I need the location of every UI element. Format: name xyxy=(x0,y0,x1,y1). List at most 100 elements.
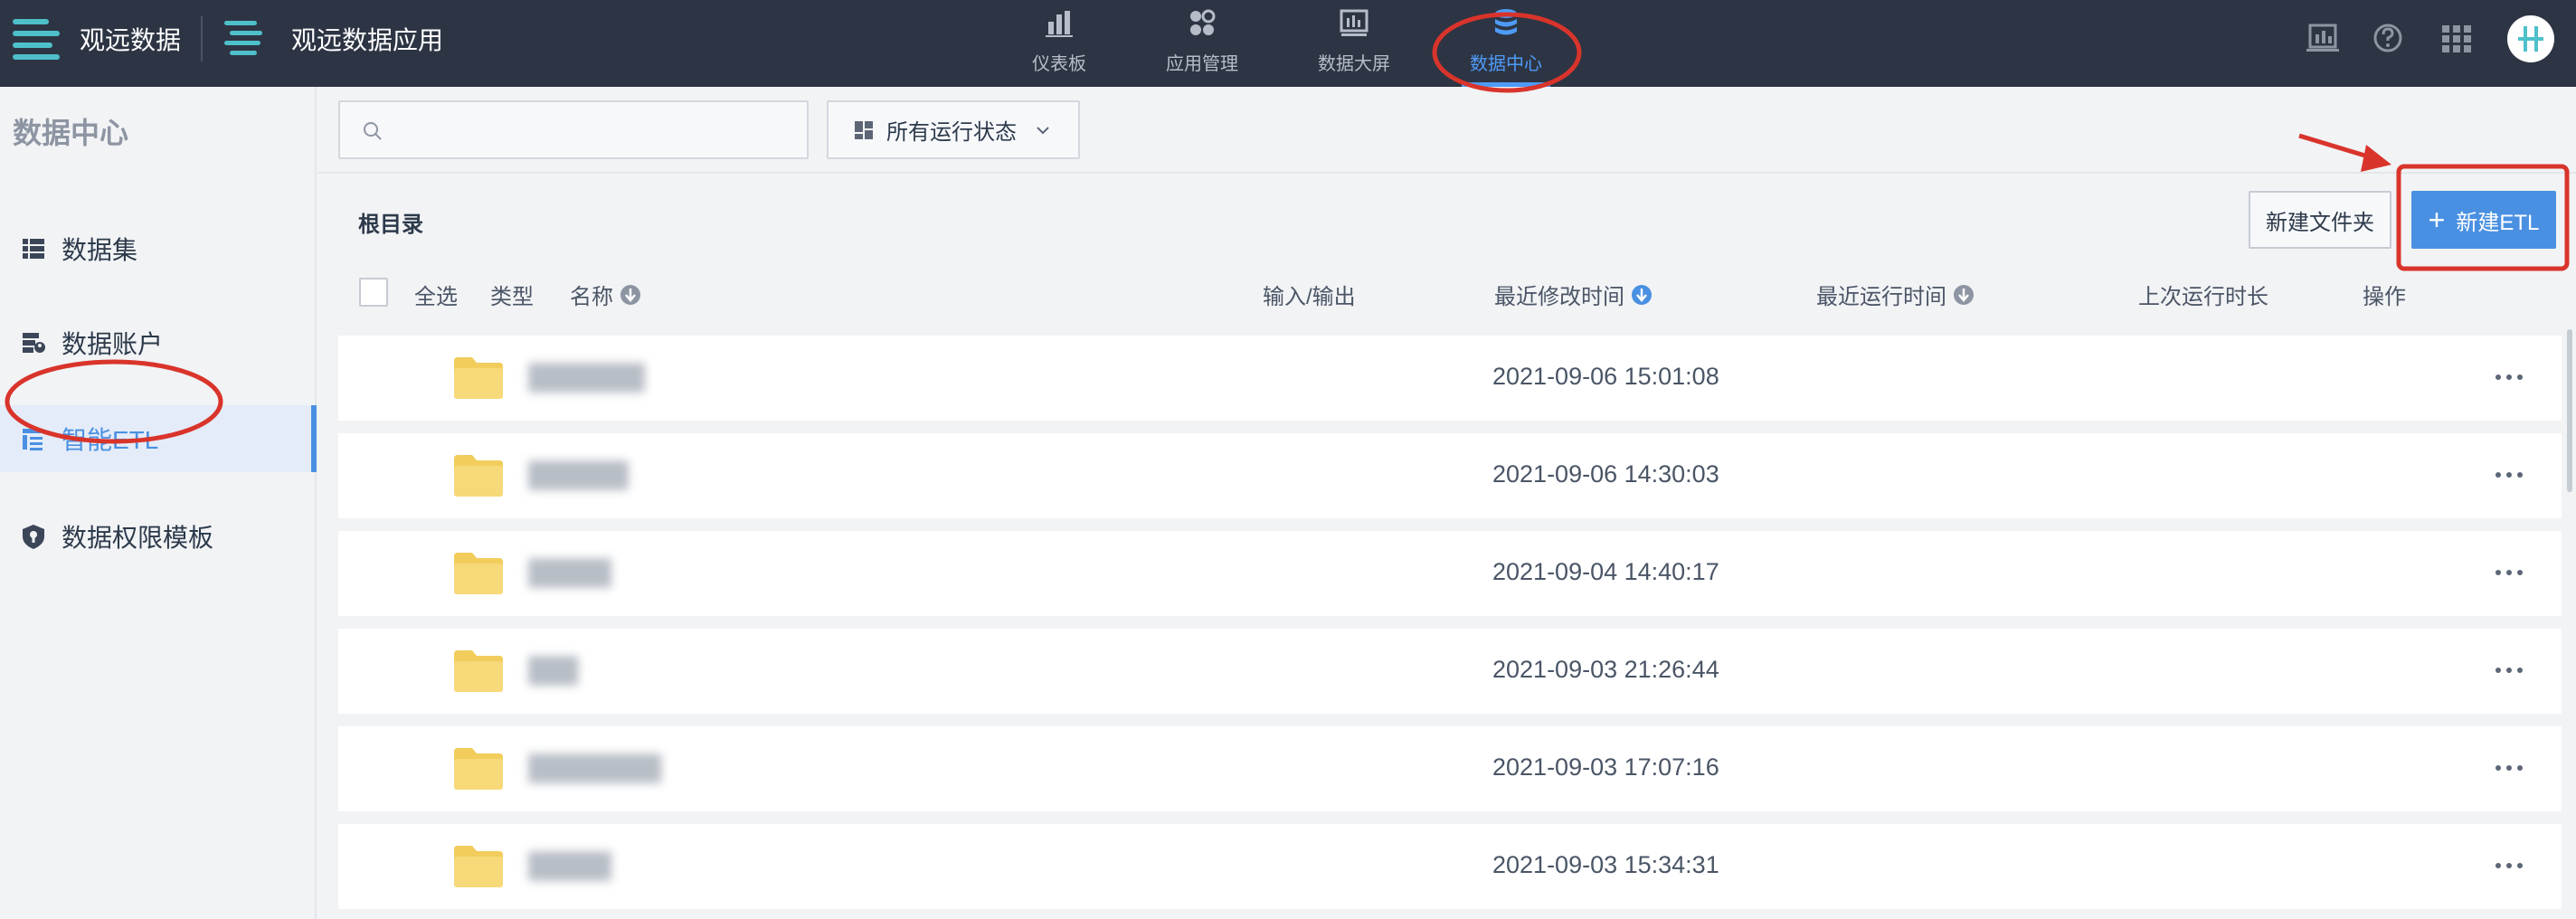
row-modified-time: 2021-09-06 14:30:03 xyxy=(1492,460,1719,488)
nav-dashboard[interactable]: 仪表板 xyxy=(991,0,1127,87)
dashboard-grid-icon xyxy=(855,120,873,139)
nav-app-management[interactable]: 应用管理 xyxy=(1134,0,1270,87)
sidebar-item-data-account[interactable]: 数据账户 xyxy=(0,309,317,376)
table-row[interactable]: █████ 2021-09-04 14:40:17 xyxy=(338,531,2562,616)
folder-icon xyxy=(454,748,503,790)
nav-data-screen[interactable]: 数据大屏 xyxy=(1286,0,1422,87)
apps-icon xyxy=(1190,9,1216,35)
bar-chart-icon xyxy=(1046,11,1073,37)
annotation-arrow-line xyxy=(2298,133,2378,162)
search-box[interactable] xyxy=(338,100,809,159)
sort-down-icon[interactable] xyxy=(1952,283,1975,307)
sort-down-icon[interactable] xyxy=(1630,283,1653,307)
column-select-all[interactable]: 全选 xyxy=(414,279,458,310)
row-name[interactable]: ████████ xyxy=(528,753,662,784)
column-type: 类型 xyxy=(490,285,534,309)
row-modified-time: 2021-09-04 14:40:17 xyxy=(1492,558,1719,585)
nav-data-center[interactable]: 数据中心 xyxy=(1438,0,1574,87)
more-options-icon[interactable] xyxy=(2491,761,2527,775)
table-row[interactable]: █████ 2021-09-03 15:34:31 xyxy=(338,824,2562,909)
etl-icon xyxy=(23,429,43,450)
run-status-dropdown[interactable]: 所有运行状态 xyxy=(827,100,1080,159)
column-modified-time[interactable]: 最近修改时间 xyxy=(1494,279,1653,310)
avatar[interactable] xyxy=(2507,15,2554,62)
folder-icon xyxy=(454,650,503,692)
sidebar: 数据中心 数据集 数据账户 智能ETL 数据权限模板 xyxy=(0,87,317,919)
screen-icon xyxy=(1340,9,1368,36)
data-account-icon xyxy=(23,333,45,353)
table-row[interactable]: ███████ 2021-09-06 15:01:08 xyxy=(338,336,2562,421)
table-row[interactable]: ███ 2021-09-03 21:26:44 xyxy=(338,629,2562,714)
sidebar-title: 数据中心 xyxy=(13,117,129,149)
column-label: 最近运行时间 xyxy=(1816,285,1946,309)
vertical-scrollbar[interactable] xyxy=(2567,329,2572,492)
chevron-down-icon xyxy=(1037,126,1049,134)
nav-label: 应用管理 xyxy=(1166,54,1238,74)
folder-icon xyxy=(454,455,503,497)
database-icon xyxy=(1495,9,1517,35)
menu-icon[interactable] xyxy=(13,15,60,62)
sidebar-item-dataset[interactable]: 数据集 xyxy=(0,215,317,282)
annotation-arrow-head xyxy=(2361,145,2391,172)
column-run-duration: 上次运行时长 xyxy=(2138,285,2268,309)
row-modified-time: 2021-09-06 15:01:08 xyxy=(1492,363,1719,390)
row-modified-time: 2021-09-03 17:07:16 xyxy=(1492,753,1719,781)
more-options-icon[interactable] xyxy=(2491,370,2527,384)
sidebar-item-label: 数据账户 xyxy=(62,330,164,358)
row-modified-time: 2021-09-03 15:34:31 xyxy=(1492,851,1719,878)
nav-label: 仪表板 xyxy=(1032,54,1086,74)
search-icon xyxy=(364,122,382,140)
folder-icon xyxy=(454,553,503,594)
row-name[interactable]: ███████ xyxy=(528,363,645,393)
shield-icon xyxy=(23,525,44,549)
row-name[interactable]: █████ xyxy=(528,851,612,882)
dropdown-value: 所有运行状态 xyxy=(886,120,1017,145)
new-etl-label: 新建ETL xyxy=(2456,210,2540,235)
row-name[interactable]: ███ xyxy=(528,656,579,687)
nav-label: 数据中心 xyxy=(1470,54,1542,74)
column-input-output: 输入/输出 xyxy=(1263,285,1356,309)
nav-label: 数据大屏 xyxy=(1318,54,1390,74)
sort-down-icon[interactable] xyxy=(619,283,642,307)
row-name[interactable]: █████ xyxy=(528,558,612,589)
app-name: 观远数据应用 xyxy=(291,26,444,54)
more-options-icon[interactable] xyxy=(2491,663,2527,677)
column-last-run-time[interactable]: 最近运行时间 xyxy=(1816,279,1975,310)
folder-icon xyxy=(454,357,503,399)
sidebar-item-permission-template[interactable]: 数据权限模板 xyxy=(0,503,317,570)
grid-menu-icon[interactable] xyxy=(2437,18,2477,58)
sidebar-item-smart-etl[interactable]: 智能ETL xyxy=(0,405,317,472)
new-etl-button[interactable]: + 新建ETL xyxy=(2411,191,2556,249)
app-title[interactable]: 观远数据应用 xyxy=(224,0,443,78)
select-all-checkbox[interactable] xyxy=(359,278,388,307)
more-options-icon[interactable] xyxy=(2491,468,2527,482)
plus-icon: + xyxy=(2428,204,2446,236)
app-logo-icon xyxy=(224,21,262,55)
brand-divider xyxy=(201,16,203,62)
column-actions: 操作 xyxy=(2363,285,2406,309)
folder-icon xyxy=(454,846,503,887)
row-name[interactable]: ██████ xyxy=(528,460,629,491)
table-row[interactable]: ██████ 2021-09-06 14:30:03 xyxy=(338,433,2562,518)
sidebar-item-label: 数据权限模板 xyxy=(62,524,214,552)
more-options-icon[interactable] xyxy=(2491,858,2527,873)
column-label: 名称 xyxy=(570,285,613,309)
column-label: 最近修改时间 xyxy=(1494,285,1624,309)
new-folder-button[interactable]: 新建文件夹 xyxy=(2249,191,2391,249)
dataset-icon xyxy=(23,239,44,259)
table-row[interactable]: ████████ 2021-09-03 17:07:16 xyxy=(338,726,2562,811)
help-icon[interactable] xyxy=(2368,18,2408,58)
row-modified-time: 2021-09-03 21:26:44 xyxy=(1492,656,1719,683)
brand-name: 观远数据 xyxy=(80,26,182,54)
column-name[interactable]: 名称 xyxy=(570,279,642,310)
top-navigation-bar: 观远数据 观远数据应用 仪表板 应用管理 数据大屏 数据中心 xyxy=(0,0,2576,87)
monitor-icon[interactable] xyxy=(2303,18,2343,58)
breadcrumb[interactable]: 根目录 xyxy=(358,206,423,238)
divider xyxy=(318,172,2576,174)
sidebar-item-label: 智能ETL xyxy=(62,426,159,454)
search-input[interactable] xyxy=(394,109,792,151)
more-options-icon[interactable] xyxy=(2491,565,2527,580)
user-logo-icon xyxy=(2518,26,2543,52)
brand-logo[interactable]: 观远数据 xyxy=(13,0,181,78)
sidebar-item-label: 数据集 xyxy=(62,236,138,264)
